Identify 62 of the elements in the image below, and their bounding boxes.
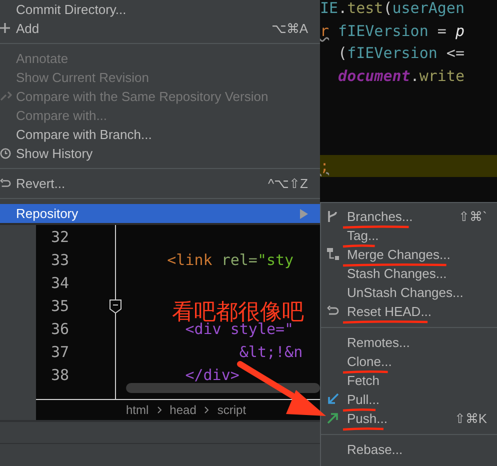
menu-item[interactable]: Stash Changes... (321, 264, 497, 283)
code-text: write (419, 66, 464, 84)
menu-item[interactable]: Add ⌥⌘A (0, 19, 320, 38)
code-text: </div> (185, 366, 240, 384)
chevron-icon (156, 406, 162, 414)
menu-item[interactable]: Push... ⇧⌘K (321, 409, 497, 428)
code-text: = (436, 22, 448, 40)
code-text: document (338, 66, 410, 84)
menu-item[interactable]: Remotes... (321, 333, 497, 352)
clock-icon (0, 148, 11, 159)
line-number: 34 (50, 273, 70, 294)
branch-icon (327, 210, 338, 223)
menu-item[interactable]: Fetch (321, 371, 497, 390)
menu-item[interactable]: Show History (0, 144, 320, 163)
code-text: . (338, 0, 348, 17)
menu-item[interactable]: Reset HEAD... (321, 302, 497, 321)
menu-item[interactable]: Branches... ⇧⌘` (321, 207, 497, 226)
code-text: <link (167, 251, 212, 269)
plus-icon (0, 23, 10, 33)
merge-icon (327, 248, 340, 261)
compare-icon (0, 91, 12, 102)
menu-item[interactable]: Clone... (321, 352, 497, 371)
code-text: fIEVersion (338, 22, 428, 40)
code-text: . (410, 66, 420, 84)
line-number: 35 (36, 295, 115, 318)
menu-item[interactable]: Compare with Branch... (0, 125, 320, 144)
breadcrumb-item[interactable]: head (170, 403, 196, 417)
code-text: &lt;!&n (239, 343, 303, 361)
code-text: "sty (257, 251, 294, 269)
breadcrumb-item[interactable]: script (217, 403, 246, 417)
menu-item[interactable]: UnStash Changes... (321, 283, 497, 302)
code-text: fIEVersion (347, 44, 438, 62)
scrollbar[interactable] (126, 383, 320, 393)
breadcrumb-item[interactable]: html (126, 403, 149, 417)
arrow-up-right-icon (327, 412, 339, 424)
code-text: p (455, 22, 464, 40)
code-text: ( (383, 0, 392, 17)
code-text: r (320, 22, 330, 40)
undo-icon (327, 305, 339, 317)
menu-item-highlighted[interactable]: Repository (0, 204, 320, 223)
menu-item[interactable]: Rebase... (321, 440, 497, 459)
code-text: IE (320, 0, 338, 17)
line-number: 33 (50, 250, 70, 271)
menu-item[interactable]: Tag... (321, 226, 497, 245)
chevron-icon (204, 406, 210, 414)
line-number: 32 (50, 227, 70, 248)
code-text: rel= (221, 251, 258, 269)
menu-item[interactable]: Merge Changes... (321, 245, 497, 264)
code-text: userAgen (392, 0, 464, 17)
arrow-down-left-icon (327, 393, 339, 405)
fold-icon[interactable] (109, 299, 122, 314)
code-text: <= (445, 44, 464, 62)
line-number: 38 (50, 365, 70, 386)
code-text: ; (320, 156, 330, 174)
menu-item[interactable]: Revert... ^⌥⇧Z (0, 174, 320, 193)
menu-item[interactable]: Commit Directory... (0, 0, 320, 19)
line-number: 37 (50, 342, 70, 363)
code-text: test (347, 0, 384, 17)
menu-item[interactable]: Pull... (321, 390, 497, 409)
code-text: ( (337, 44, 348, 62)
undo-icon (0, 178, 11, 189)
line-number: 36 (50, 319, 70, 340)
